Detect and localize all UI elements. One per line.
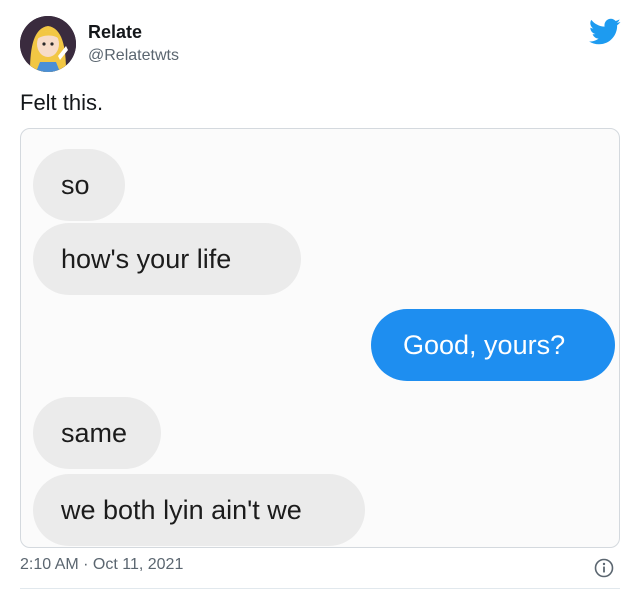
tweet-text: Felt this.	[20, 90, 104, 115]
message-bubble-received: how's your life	[33, 223, 301, 295]
divider	[20, 588, 620, 589]
message-bubble-received: we both lyin ain't we	[33, 474, 365, 546]
author-name[interactable]: Relate	[88, 22, 142, 43]
tweet-timestamp[interactable]: 2:10 AM · Oct 11, 2021	[20, 556, 183, 574]
twitter-bird-icon[interactable]	[589, 18, 621, 46]
message-bubble-received: same	[33, 397, 161, 469]
message-bubble-sent: Good, yours?	[371, 309, 615, 381]
avatar[interactable]	[20, 16, 76, 72]
message-bubble-received: so	[33, 149, 125, 221]
tweet-card: Relate @Relatetwts Felt this. so how's y…	[0, 0, 640, 592]
author-handle[interactable]: @Relatetwts	[88, 47, 179, 65]
tweet-media-screenshot[interactable]: so how's your life Good, yours? same we …	[20, 128, 620, 548]
cartoon-girl-avatar-icon	[20, 16, 76, 72]
info-icon[interactable]	[594, 558, 614, 578]
